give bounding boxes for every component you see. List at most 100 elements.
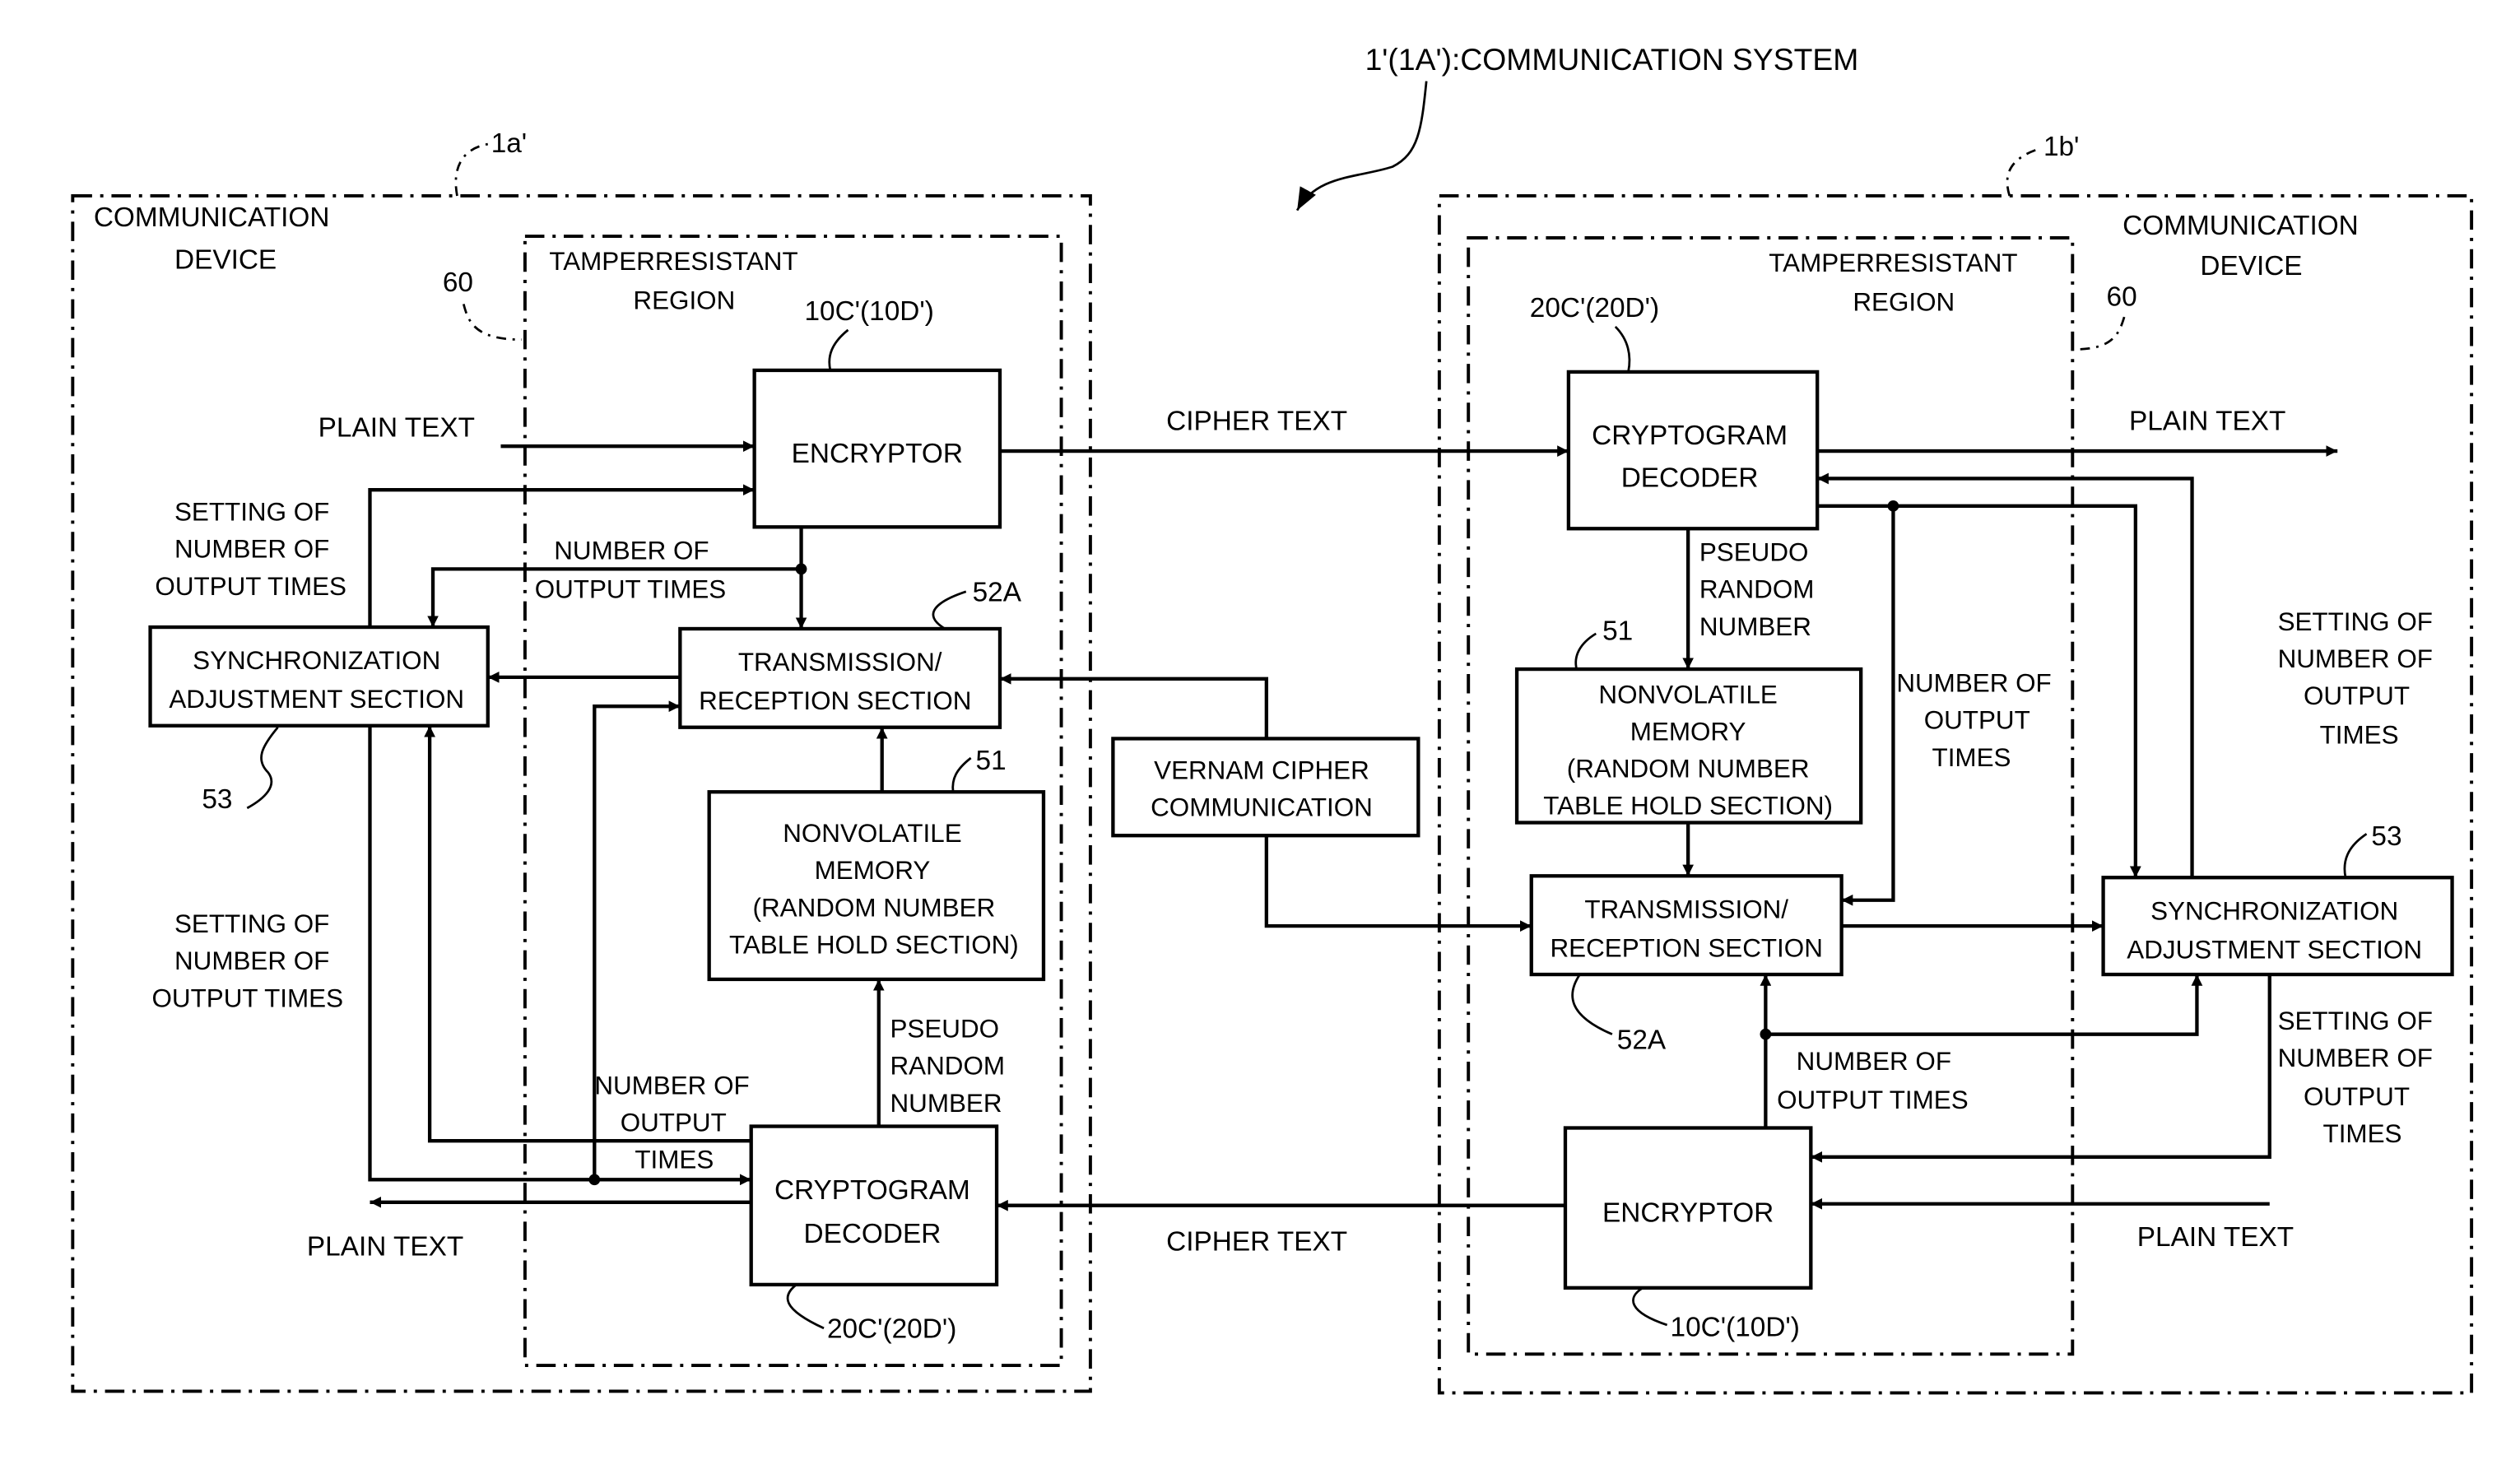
right-memory-label-2: MEMORY	[1630, 717, 1746, 746]
right-encryptor-to-sync-arrow	[1765, 974, 2203, 1036]
right-setting-top-2: NUMBER OF	[2278, 644, 2433, 673]
left-memory-ref: 51	[976, 746, 1007, 776]
right-setting-top-1: SETTING OF	[2278, 607, 2433, 636]
right-decoder-ref-leader	[1614, 325, 1631, 373]
left-num-output-bottom-3: TIMES	[635, 1146, 714, 1174]
right-pseudo-random-3: NUMBER	[1699, 612, 1811, 641]
left-setting-bottom-2: NUMBER OF	[174, 946, 329, 975]
right-region-label-2: REGION	[1853, 287, 1955, 316]
left-device-ref-leader	[454, 142, 489, 197]
vernam-label-1: VERNAM CIPHER	[1154, 756, 1369, 785]
left-region-ref-leader	[462, 304, 522, 342]
right-junction-dot-bottom	[1760, 1028, 1772, 1040]
left-encryptor-ref: 10C'(10D')	[804, 296, 933, 327]
left-sync-label-1: SYNCHRONIZATION	[193, 646, 440, 675]
right-encryptor-ref-leader	[1632, 1286, 1668, 1327]
left-decoder-label-1: CRYPTOGRAM	[774, 1175, 970, 1206]
right-communication-device: 1b' COMMUNICATION DEVICE 60 TAMPERRESIST…	[1437, 132, 2474, 1395]
left-sync-label-2: ADJUSTMENT SECTION	[169, 685, 464, 714]
left-sync-ref-leader	[246, 726, 279, 810]
vernam-label-2: COMMUNICATION	[1151, 793, 1373, 822]
right-device-ref: 1b'	[2043, 132, 2079, 162]
center-channel: VERNAM CIPHER COMMUNICATION CIPHER TEXT …	[997, 407, 1569, 1258]
right-transceiver-label-2: RECEPTION SECTION	[1550, 933, 1822, 962]
right-device-label-1: COMMUNICATION	[2122, 211, 2359, 241]
right-num-output-mid-2: OUTPUT	[1924, 706, 2030, 735]
right-transceiver-label-1: TRANSMISSION/	[1584, 895, 1788, 923]
right-setting-bottom-2: NUMBER OF	[2278, 1044, 2433, 1072]
left-transceiver-ref: 52A	[973, 578, 1022, 608]
left-junction-dot-bottom	[588, 1174, 601, 1186]
left-setting-bottom-1: SETTING OF	[174, 909, 329, 938]
right-junction-dot-top	[1887, 500, 1899, 512]
left-num-output-bottom-1: NUMBER OF	[594, 1071, 749, 1100]
right-memory-label-1: NONVOLATILE	[1598, 680, 1777, 709]
cipher-text-bottom-label: CIPHER TEXT	[1166, 1227, 1347, 1258]
left-pseudo-random-3: NUMBER	[890, 1089, 1002, 1118]
left-transceiver-label-2: RECEPTION SECTION	[699, 686, 971, 715]
left-plain-text-in-label: PLAIN TEXT	[318, 412, 475, 443]
vernam-to-right-transceiver-arrow	[1264, 835, 1532, 932]
left-memory-label-1: NONVOLATILE	[783, 819, 961, 848]
left-num-output-top-1: NUMBER OF	[554, 537, 709, 565]
right-region-ref: 60	[2107, 281, 2137, 312]
right-sync-ref-leader	[2343, 833, 2368, 878]
left-pseudo-random-2: RANDOM	[890, 1052, 1006, 1081]
right-num-output-mid-1: NUMBER OF	[1896, 669, 2051, 698]
left-transceiver-label-1: TRANSMISSION/	[738, 648, 942, 677]
left-pseudo-random-1: PSEUDO	[890, 1015, 1000, 1044]
left-num-output-top-2: OUTPUT TIMES	[535, 575, 727, 604]
right-memory-label-3: (RANDOM NUMBER	[1567, 755, 1810, 783]
right-num-output-mid-3: TIMES	[1932, 743, 2011, 772]
right-num-output-bottom-1: NUMBER OF	[1797, 1047, 1951, 1076]
left-device-ref: 1a'	[491, 128, 527, 159]
right-setting-top-4: TIMES	[2320, 720, 2399, 749]
vernam-to-left-transceiver-arrow	[999, 672, 1269, 739]
communication-system-diagram: 1'(1A'):COMMUNICATION SYSTEM 1a' COMMUNI…	[71, 42, 2474, 1395]
left-region-ref: 60	[443, 267, 473, 298]
left-transceiver-ref-leader	[932, 590, 967, 630]
left-region-label-1: TAMPERRESISTANT	[549, 247, 797, 276]
system-title: 1'(1A'):COMMUNICATION SYSTEM	[1365, 42, 1859, 77]
right-region-ref-leader	[2076, 316, 2126, 351]
left-communication-device: 1a' COMMUNICATION DEVICE 60 TAMPERRESIST…	[71, 128, 1092, 1393]
left-memory-label-2: MEMORY	[815, 856, 931, 885]
left-memory-label-3: (RANDOM NUMBER	[753, 893, 996, 922]
right-plain-text-in-label: PLAIN TEXT	[2137, 1222, 2294, 1253]
left-encryptor-ref-leader	[828, 328, 849, 371]
right-plain-text-out-label: PLAIN TEXT	[2129, 407, 2285, 437]
right-device-ref-leader	[2006, 147, 2039, 197]
system-title-leader	[1295, 81, 1428, 212]
left-decoder-ref-leader	[786, 1283, 825, 1330]
right-region-label-1: TAMPERRESISTANT	[1769, 249, 2017, 277]
right-encryptor-label: ENCRYPTOR	[1602, 1197, 1774, 1228]
left-plain-text-out-label: PLAIN TEXT	[307, 1232, 463, 1262]
left-setting-top-1: SETTING OF	[174, 497, 329, 526]
right-transceiver-ref: 52A	[1617, 1025, 1667, 1055]
right-transceiver-ref-leader	[1571, 974, 1613, 1035]
right-sync-label-1: SYNCHRONIZATION	[2150, 896, 2398, 925]
right-decoder-ref: 20C'(20D')	[1530, 293, 1659, 323]
left-device-label-2: DEVICE	[174, 244, 277, 275]
right-pseudo-random-1: PSEUDO	[1699, 538, 1809, 567]
right-sync-label-2: ADJUSTMENT SECTION	[2127, 935, 2422, 964]
left-memory-label-4: TABLE HOLD SECTION)	[729, 931, 1019, 960]
left-encryptor-label: ENCRYPTOR	[792, 439, 963, 469]
right-memory-ref-leader	[1574, 632, 1597, 670]
left-setting-bottom-3: OUTPUT TIMES	[152, 983, 344, 1012]
right-encryptor-ref: 10C'(10D')	[1671, 1313, 1800, 1343]
right-setting-bottom-3: OUTPUT	[2304, 1082, 2410, 1111]
right-num-output-bottom-2: OUTPUT TIMES	[1777, 1086, 1969, 1114]
left-decoder-label-2: DECODER	[804, 1219, 942, 1249]
left-memory-ref-leader	[951, 756, 972, 793]
left-junction-dot-top	[795, 563, 807, 575]
left-device-label-1: COMMUNICATION	[94, 202, 330, 233]
right-memory-label-4: TABLE HOLD SECTION)	[1543, 792, 1833, 821]
right-sync-ref: 53	[2371, 821, 2401, 852]
right-decoder-label-2: DECODER	[1621, 463, 1759, 493]
left-region-label-2: REGION	[633, 286, 735, 314]
cipher-text-top-label: CIPHER TEXT	[1166, 407, 1347, 437]
right-pseudo-random-2: RANDOM	[1699, 575, 1815, 604]
left-decoder-ref: 20C'(20D')	[827, 1314, 956, 1345]
left-sync-ref: 53	[202, 784, 232, 815]
